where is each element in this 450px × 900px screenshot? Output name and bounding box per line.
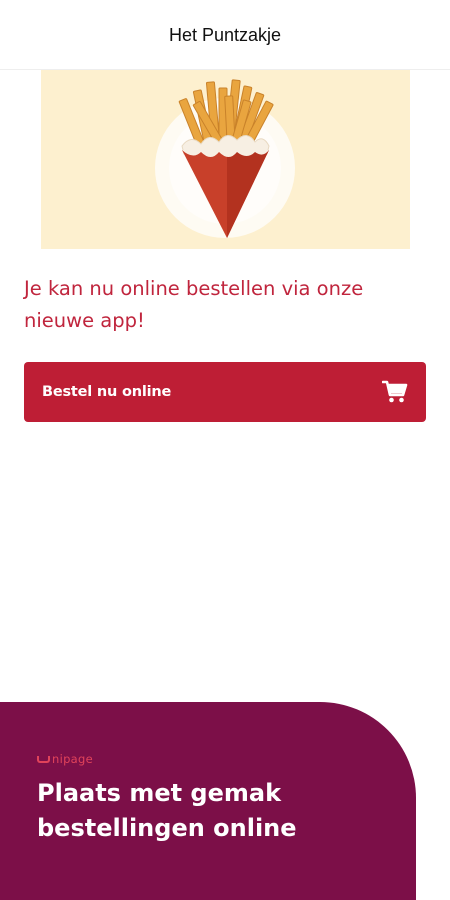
unipage-logo: nipage [37, 752, 93, 766]
fries-cone-illustration [155, 79, 295, 238]
unipage-logo-mark [37, 756, 50, 763]
order-online-button[interactable]: Bestel nu online [24, 362, 426, 422]
unipage-logo-text: nipage [52, 752, 94, 766]
intro-message: Je kan nu online bestellen via onze nieu… [24, 277, 364, 332]
order-online-button-label: Bestel nu online [42, 384, 172, 400]
page-title: Het Puntzakje [168, 25, 282, 45]
app-header: Het Puntzakje [0, 0, 450, 70]
shopping-cart-icon [382, 380, 408, 403]
promo-title: Plaats met gemak bestellingen online [37, 779, 297, 842]
app-screen: Het Puntzakje Je kan nu online bestellen… [0, 0, 450, 900]
hero-banner [41, 70, 410, 249]
